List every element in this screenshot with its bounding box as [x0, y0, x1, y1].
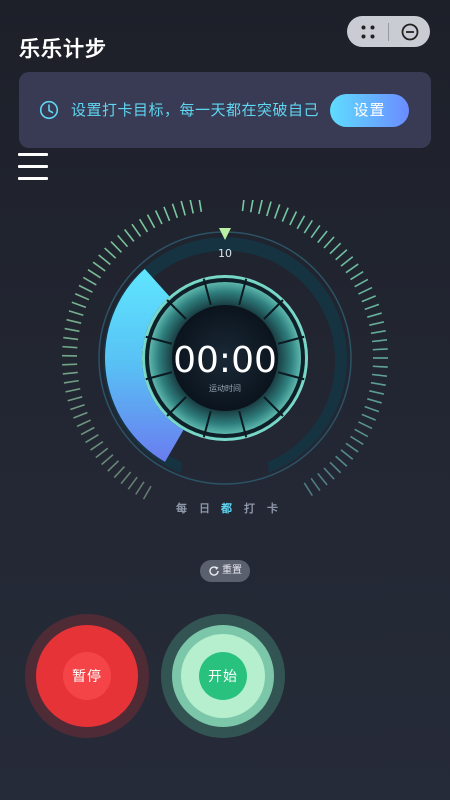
- set-goal-button[interactable]: 设置: [330, 94, 409, 127]
- elapsed-time: 00:00: [173, 340, 277, 381]
- more-menu-button[interactable]: [347, 16, 388, 47]
- mini-program-capsule: [347, 16, 430, 47]
- start-button[interactable]: 开始: [161, 614, 285, 738]
- dial-tick-label: 10: [218, 247, 232, 260]
- goal-banner: 设置打卡目标，每一天都在突破自己 设置: [19, 72, 431, 148]
- reset-label: 重置: [222, 565, 242, 576]
- clock-icon: [39, 100, 59, 120]
- checkin-char-highlight: 都: [221, 502, 232, 515]
- page-title: 乐乐计步: [19, 37, 107, 61]
- dots-icon: [361, 25, 374, 38]
- pause-label: 暂停: [72, 669, 102, 685]
- timer-gauge: 10 00:00 运动时间: [62, 200, 388, 500]
- start-label: 开始: [208, 669, 238, 685]
- checkin-char: 每: [176, 502, 187, 515]
- checkin-char: 卡: [267, 502, 278, 515]
- circle-minus-icon: [401, 23, 418, 40]
- goal-banner-text: 设置打卡目标，每一天都在突破自己: [71, 101, 320, 119]
- checkin-char: 日: [199, 502, 210, 515]
- refresh-icon: [209, 566, 219, 576]
- reset-button[interactable]: 重置: [200, 560, 250, 582]
- close-mini-program-button[interactable]: [389, 16, 430, 47]
- checkin-char: 打: [244, 502, 255, 515]
- pause-button[interactable]: 暂停: [25, 614, 149, 738]
- elapsed-time-caption: 运动时间: [209, 383, 241, 393]
- hamburger-menu-icon[interactable]: [18, 152, 48, 182]
